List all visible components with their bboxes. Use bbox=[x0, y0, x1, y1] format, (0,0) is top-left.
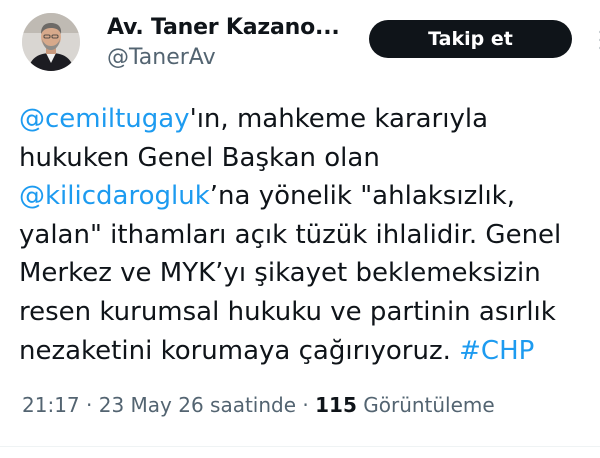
mention-link[interactable]: @cemiltugay bbox=[19, 104, 190, 134]
tweet-text: @cemiltugay'ın, mahkeme kararıyla hukuken… bbox=[19, 100, 600, 370]
hashtag-link[interactable]: #CHP bbox=[459, 336, 534, 366]
tweet-text-segment: resen kurumsal hukuku ve partinin asırlı… bbox=[19, 296, 556, 327]
tweet-date[interactable]: 23 May 26 saatinde bbox=[99, 393, 296, 417]
tweet-meta: 21:17 · 23 May 26 saatinde · 115 Görüntü… bbox=[22, 393, 495, 417]
profile-photo-icon bbox=[22, 13, 80, 71]
tweet-text-segment: nezaketini korumaya çağırıyoruz. bbox=[19, 335, 460, 366]
tweet-time[interactable]: 21:17 bbox=[22, 393, 80, 417]
more-options-icon[interactable] bbox=[590, 18, 600, 58]
tweet-text-segment: hukuken Genel Başkan olan bbox=[19, 142, 380, 173]
author-display-name[interactable]: Av. Taner Kazano... bbox=[107, 15, 340, 40]
tweet-line: @cemiltugay'ın, mahkeme kararıyla bbox=[19, 100, 600, 139]
tweet-line: Merkez ve MYK’yı şikayet beklemeksizin bbox=[19, 254, 600, 293]
tweet-text-segment: ’na yönelik "ahlaksızlık, bbox=[209, 181, 515, 212]
views-count: 115 bbox=[315, 393, 357, 417]
tweet-text-segment: yalan" ithamları açık tüzük ihlalidir. G… bbox=[19, 219, 562, 250]
tweet-text-segment: 'ın, mahkeme kararıyla bbox=[189, 104, 489, 134]
follow-button[interactable]: Takip et bbox=[369, 20, 572, 58]
mention-link[interactable]: @kilicdarogluk bbox=[19, 181, 210, 211]
divider bbox=[0, 446, 600, 447]
views-label: Görüntüleme bbox=[363, 393, 495, 417]
author-handle[interactable]: @TanerAv bbox=[107, 45, 216, 70]
meta-separator: · bbox=[296, 393, 316, 417]
tweet-line: hukuken Genel Başkan olan bbox=[19, 139, 600, 178]
tweet-line: nezaketini korumaya çağırıyoruz. #CHP bbox=[19, 332, 600, 371]
avatar[interactable] bbox=[22, 13, 80, 71]
tweet-text-segment: Merkez ve MYK’yı şikayet beklemeksizin bbox=[19, 258, 541, 289]
tweet-line: yalan" ithamları açık tüzük ihlalidir. G… bbox=[19, 216, 600, 255]
tweet-line: @kilicdarogluk’na yönelik "ahlaksızlık, bbox=[19, 177, 600, 216]
tweet-line: resen kurumsal hukuku ve partinin asırlı… bbox=[19, 293, 600, 332]
meta-separator: · bbox=[79, 393, 99, 417]
